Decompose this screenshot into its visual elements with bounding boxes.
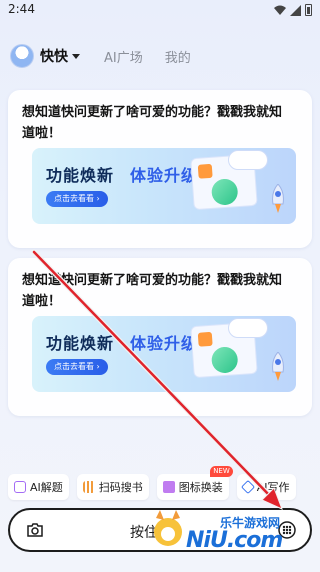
top-header: 快快 AI广场 我的 [10, 40, 310, 72]
tab-ai-square[interactable]: AI广场 [104, 47, 143, 66]
user-name[interactable]: 快快 [40, 46, 68, 66]
shortcut-row: AI解题 扫码搜书 图标换装 NEW AI写作 [8, 466, 316, 500]
chat-bubble-icon [228, 318, 268, 338]
rocket-icon [272, 184, 284, 213]
feature-banner[interactable]: 功能焕新 体验升级 点击去看看 › [32, 316, 296, 392]
grid-tile-icon [197, 331, 213, 347]
check-circle-icon [210, 346, 239, 374]
wifi-icon [274, 5, 286, 15]
message-text: 想知道快问更新了啥可爱的功能？戳戳我就知道啦！ [22, 273, 283, 309]
tab-mine[interactable]: 我的 [165, 47, 191, 66]
avatar[interactable] [10, 44, 34, 68]
brand-logo-icon [154, 510, 182, 546]
banner-button[interactable]: 点击去看看 › [46, 191, 108, 207]
shirt-icon [162, 481, 175, 493]
chip-label: 图标换装 [178, 481, 223, 494]
banner-subtitle: 体验升级 [130, 334, 199, 353]
camera-icon[interactable] [26, 522, 44, 538]
battery-icon [305, 4, 312, 16]
signal-icon [290, 4, 301, 16]
banner-title: 功能焕新 [46, 166, 115, 185]
chip-label: AI解题 [30, 481, 63, 494]
chip-label: 扫码搜书 [98, 481, 143, 494]
rocket-icon [272, 352, 284, 381]
pen-icon [240, 479, 255, 495]
banner-button[interactable]: 点击去看看 › [46, 359, 108, 375]
status-bar: 2:44 [0, 0, 320, 22]
chip-ai-write[interactable]: AI写作 [236, 474, 296, 500]
banner-title: 功能焕新 [46, 334, 115, 353]
check-circle-icon [210, 178, 239, 206]
message-card[interactable]: 想知道快问更新了啥可爱的功能？戳戳我就知道啦！ 功能焕新 体验升级 点击去看看 … [8, 90, 312, 248]
grid-tile-icon [197, 163, 213, 179]
chip-scan-book[interactable]: 扫码搜书 [76, 474, 149, 500]
banner-subtitle: 体验升级 [130, 166, 199, 185]
message-card[interactable]: 想知道快问更新了啥可爱的功能？戳戳我就知道啦！ 功能焕新 体验升级 点击去看看 … [8, 258, 312, 416]
brand-url: NiU.com [186, 528, 283, 553]
new-badge: NEW [210, 466, 233, 477]
chip-icon-skin[interactable]: 图标换装 NEW [156, 466, 233, 500]
chip-ai-solve[interactable]: AI解题 [8, 474, 69, 500]
message-text: 想知道快问更新了啥可爱的功能？戳戳我就知道啦！ [22, 105, 283, 141]
status-icons [274, 4, 312, 16]
barcode-icon [82, 481, 95, 493]
feature-banner[interactable]: 功能焕新 体验升级 点击去看看 › [32, 148, 296, 224]
status-time: 2:44 [8, 2, 35, 16]
ai-solve-icon [14, 481, 26, 493]
chat-bubble-icon [228, 150, 268, 170]
chip-label: AI写作 [256, 481, 290, 494]
caret-down-icon[interactable] [72, 53, 80, 59]
